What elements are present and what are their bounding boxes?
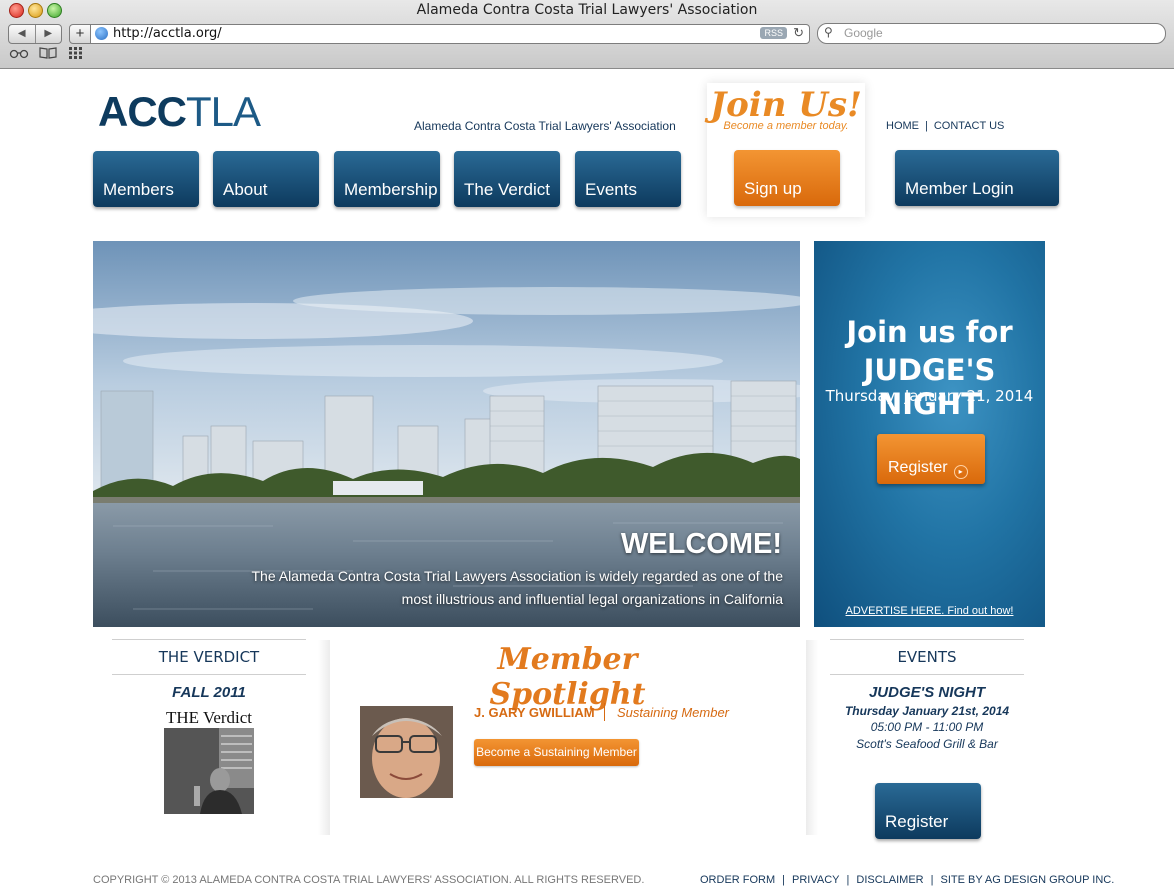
nav-membership[interactable]: Membership (334, 151, 440, 207)
footer-links: ORDER FORM | PRIVACY | DISCLAIMER | SITE BY AG… (700, 874, 1114, 886)
history-buttons: ◀ ▶ (8, 24, 62, 44)
ad-register-button[interactable]: Register ▸ (877, 434, 985, 484)
join-us-subtitle: Become a member today. (723, 120, 849, 132)
member-separator (604, 703, 605, 721)
top-links: HOME | CONTACT US (886, 120, 1004, 132)
event-time: 05:00 PM - 11:00 PM (870, 720, 984, 734)
contact-us-link[interactable]: CONTACT US (934, 120, 1005, 132)
home-link[interactable]: HOME (886, 120, 919, 132)
signup-button[interactable]: Sign up (734, 150, 840, 206)
member-type: Sustaining Member (617, 705, 729, 720)
nav-the-verdict[interactable]: The Verdict (454, 151, 560, 207)
site-credit-link[interactable]: SITE BY AG DESIGN GROUP INC. (940, 874, 1114, 886)
nav-about[interactable]: About (213, 151, 319, 207)
join-us-title: Join Us! (710, 85, 862, 125)
hero-heading: WELCOME! (620, 528, 782, 560)
forward-button[interactable]: ▶ (36, 25, 62, 43)
privacy-link[interactable]: PRIVACY (792, 874, 839, 886)
site-logo[interactable]: ACCTLA (98, 88, 261, 136)
logo-part-2: TLA (186, 88, 261, 135)
event-register-button[interactable]: Register (875, 783, 981, 839)
disclaimer-link[interactable]: DISCLAIMER (856, 874, 923, 886)
search-icon: ⚲ (824, 25, 833, 39)
verdict-cover-image[interactable] (164, 728, 254, 814)
member-login-button[interactable]: Member Login (895, 150, 1059, 206)
reading-list-icon[interactable] (9, 47, 29, 62)
member-photo[interactable] (360, 706, 453, 798)
footer-separator: | (782, 874, 786, 886)
event-venue: Scott's Seafood Grill & Bar (856, 737, 998, 751)
window-title: Alameda Contra Costa Trial Lawyers' Asso… (416, 2, 758, 18)
rss-icon[interactable]: RSS (760, 27, 787, 39)
column-divider-left (318, 640, 330, 835)
search-placeholder: Google (844, 26, 883, 40)
bookmarks-icon[interactable] (39, 47, 57, 62)
browser-toolbar: Alameda Contra Costa Trial Lawyers' Asso… (0, 0, 1174, 69)
search-field[interactable]: ⚲ Google (817, 23, 1166, 44)
top-sites-icon[interactable] (69, 47, 83, 62)
event-name[interactable]: JUDGE'S NIGHT (830, 684, 1024, 701)
footer-separator: | (846, 874, 850, 886)
address-bar[interactable]: http://acctla.org/ RSS ↻ (90, 24, 810, 44)
logo-part-1: ACC (98, 88, 187, 135)
join-us-box: Join Us! Become a member today. Sign up (707, 83, 865, 217)
site-tagline: Alameda Contra Costa Trial Lawyers' Asso… (414, 119, 676, 133)
nav-members[interactable]: Members (93, 151, 199, 207)
url-text[interactable]: http://acctla.org/ (113, 26, 222, 41)
copyright-text: COPYRIGHT © 2013 ALAMEDA CONTRA COSTA TR… (93, 874, 645, 886)
arrow-circle-icon: ▸ (953, 465, 968, 479)
verdict-heading: THE VERDICT (112, 639, 306, 675)
footer-separator: | (930, 874, 934, 886)
member-name[interactable]: J. GARY GWILLIAM (474, 705, 595, 720)
advertise-link[interactable]: ADVERTISE HERE. Find out how! (814, 605, 1045, 617)
top-links-separator: | (925, 120, 928, 132)
column-divider-right (806, 640, 818, 835)
globe-icon (95, 27, 108, 40)
ad-line-1: Join us for (846, 315, 1013, 349)
hero-banner: WELCOME! The Alameda Contra Costa Trial … (93, 241, 800, 627)
ad-date: Thursday, January 21, 2014 (825, 387, 1034, 405)
judges-night-ad[interactable]: Join us for JUDGE'S NIGHT Thursday, Janu… (814, 241, 1045, 627)
verdict-magazine-title: THE Verdict (165, 708, 253, 727)
events-heading: EVENTS (830, 639, 1024, 675)
back-button[interactable]: ◀ (9, 25, 36, 43)
add-bookmark-button[interactable]: + (69, 24, 91, 44)
order-form-link[interactable]: ORDER FORM (700, 874, 775, 886)
nav-events[interactable]: Events (575, 151, 681, 207)
ad-register-label: Register (888, 459, 948, 476)
event-date: Thursday January 21st, 2014 (844, 704, 1010, 718)
reload-icon[interactable]: ↻ (793, 25, 804, 41)
become-sustaining-member-button[interactable]: Become a Sustaining Member (474, 739, 639, 766)
member-spotlight-title: Member Spotlight (489, 642, 646, 712)
verdict-issue[interactable]: FALL 2011 (112, 684, 306, 701)
hero-text: The Alameda Contra Costa Trial Lawyers A… (251, 568, 783, 607)
